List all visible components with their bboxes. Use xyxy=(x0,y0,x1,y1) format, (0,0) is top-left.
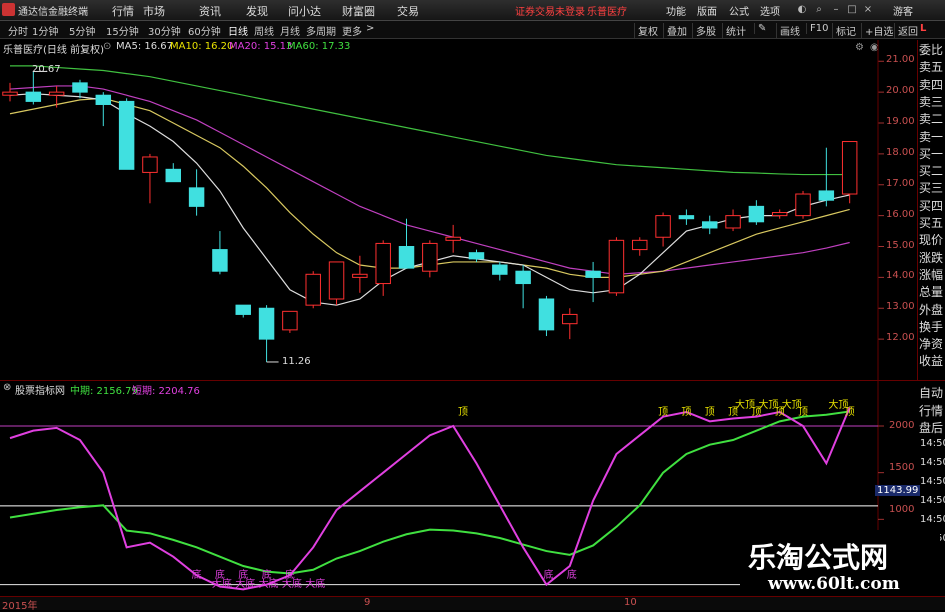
auto-label[interactable]: 自动 xyxy=(919,385,943,401)
sub-tick-label: 14:50 xyxy=(920,514,945,525)
indicator-short-label: 短期: 2204.76 xyxy=(132,386,200,397)
candle-body xyxy=(25,91,42,102)
indicator-mid-label: 中期: 2156.79 xyxy=(70,386,138,397)
candle-body xyxy=(235,304,251,315)
sub-tick-label: 14:50 xyxy=(920,495,945,506)
candle-body xyxy=(725,215,741,229)
sub-tick-label: 14:50 xyxy=(920,457,945,468)
candle-body xyxy=(258,307,275,340)
candle-body xyxy=(632,239,648,251)
candle-body xyxy=(841,141,858,195)
chart-canvas xyxy=(0,40,884,596)
candle-body xyxy=(585,270,601,278)
quotes-label[interactable]: 行情 xyxy=(919,403,943,419)
candle-body xyxy=(795,193,811,217)
candle-body xyxy=(608,239,625,294)
indicator-close-icon[interactable]: ⊗ xyxy=(3,382,11,393)
big-top-signal-label: 大顶 xyxy=(828,400,849,411)
big-bottom-signal-label: 大底 xyxy=(305,579,326,590)
candle-body xyxy=(212,249,228,272)
date-axis xyxy=(0,596,945,610)
big-bottom-signal-label: 大底 xyxy=(235,579,256,590)
big-bottom-signal-label: 大底 xyxy=(281,579,302,590)
candle-body xyxy=(398,246,415,269)
top-signal-label: 顶 xyxy=(658,407,669,418)
ma60-line xyxy=(10,65,850,176)
candle-body xyxy=(165,168,182,183)
candle-body xyxy=(492,264,508,275)
candle-body xyxy=(328,261,345,300)
candle-body xyxy=(2,91,18,96)
candle-body xyxy=(282,310,298,331)
main-axis-tick: 18.00 xyxy=(886,146,915,158)
candle-body xyxy=(95,94,112,105)
big-top-signal-label: 大顶 xyxy=(781,400,802,411)
sub-tick-label: 14:50 xyxy=(920,438,945,449)
ind-tick-1500: 1500 xyxy=(889,462,915,473)
top-signal-label: 顶 xyxy=(681,407,692,418)
candle-body xyxy=(305,273,321,306)
main-axis-tick: 21.00 xyxy=(886,54,915,66)
candle-body xyxy=(701,221,718,229)
date-label-sep: 9 xyxy=(364,597,371,608)
candle-body xyxy=(142,156,158,173)
ind-current-value: 1143.99 xyxy=(875,485,921,496)
high-price-label: 20.67 xyxy=(32,64,61,75)
main-axis-tick: 13.00 xyxy=(886,301,915,313)
top-signal-label: 顶 xyxy=(458,407,468,418)
main-axis-tick: 15.00 xyxy=(886,239,915,251)
bottom-signal-label: 底 xyxy=(566,570,577,581)
candle-body xyxy=(48,91,65,96)
main-axis-tick: 17.00 xyxy=(886,177,915,189)
main-axis-tick: 14.00 xyxy=(886,270,915,282)
candle-body xyxy=(678,215,695,220)
candle-body xyxy=(118,100,135,170)
sub-tick-label: 14:50 xyxy=(920,476,945,487)
candle-body xyxy=(748,205,765,223)
candle-body xyxy=(445,236,461,241)
main-axis-tick: 19.00 xyxy=(886,116,915,127)
top-signal-label: 顶 xyxy=(704,407,715,418)
candle-body xyxy=(422,242,438,272)
watermark-title: 乐淘公式网 xyxy=(748,541,889,574)
candle-body xyxy=(468,252,485,260)
after-hours-label[interactable]: 盘后 xyxy=(919,420,943,436)
candle-body xyxy=(538,298,555,331)
candle-body xyxy=(771,212,788,217)
big-top-signal-label: 大顶 xyxy=(758,400,779,411)
ind-tick-1000: 1000 xyxy=(889,504,915,515)
big-bottom-signal-label: 大底 xyxy=(211,579,232,590)
date-label-oct: 10 xyxy=(624,597,637,608)
candle-body xyxy=(188,187,205,207)
main-axis-tick: 12.00 xyxy=(886,332,915,344)
candle-body xyxy=(515,270,531,285)
candle-body xyxy=(375,242,391,285)
watermark-url: www.60lt.com xyxy=(768,574,900,594)
main-axis-tick: 16.00 xyxy=(886,208,915,220)
big-bottom-signal-label: 大底 xyxy=(258,579,279,590)
main-axis-tick: 20.00 xyxy=(886,85,915,97)
candle-body xyxy=(655,215,671,238)
bottom-signal-label: 底 xyxy=(543,570,554,581)
candle-body xyxy=(818,190,835,201)
pane-divider xyxy=(0,380,945,381)
candle-body xyxy=(352,273,368,278)
low-price-label: 11.26 xyxy=(282,356,311,367)
candle-body xyxy=(562,313,578,325)
candle-body xyxy=(72,82,88,93)
ind-tick-2000: 2000 xyxy=(889,420,915,431)
big-top-signal-label: 大顶 xyxy=(735,400,756,411)
bottom-signal-label: 底 xyxy=(191,570,202,581)
indicator-short-line xyxy=(9,406,851,591)
date-label-2015: 2015年 xyxy=(2,601,38,612)
indicator-name: 股票指标网 xyxy=(15,386,65,397)
